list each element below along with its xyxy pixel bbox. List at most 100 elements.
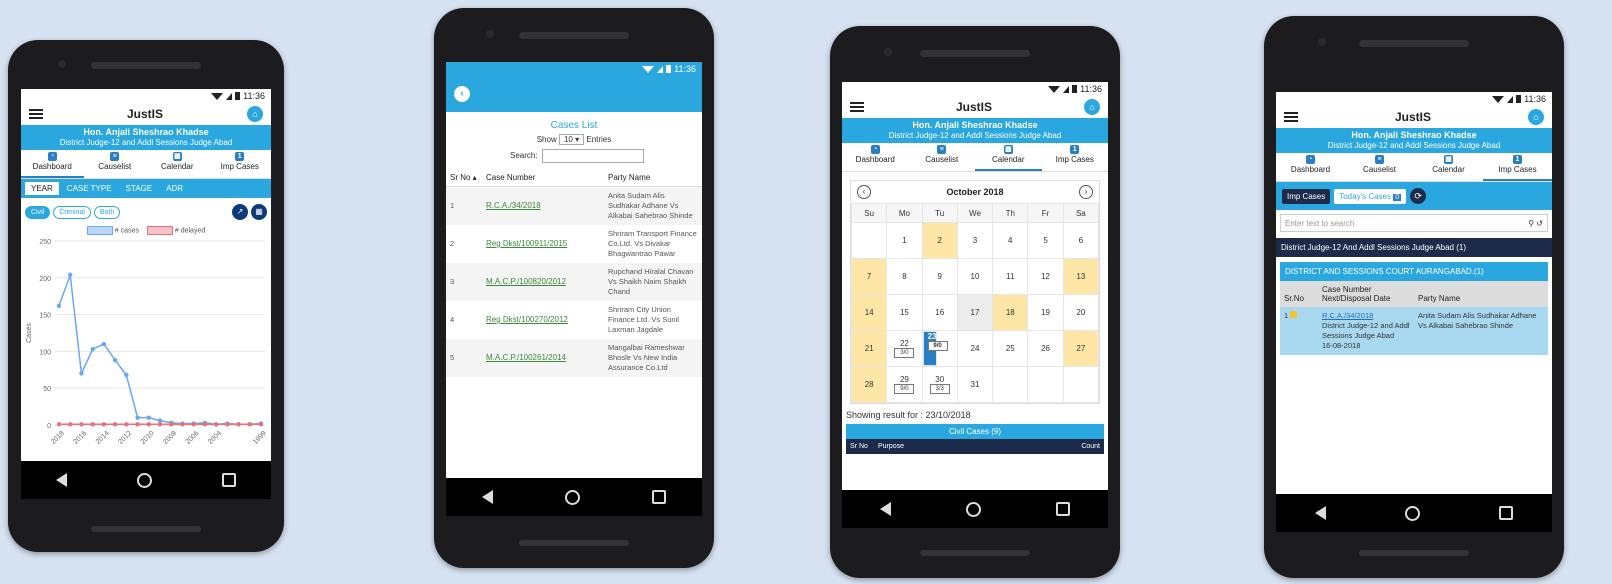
x-tick-label: 2004 — [207, 430, 223, 446]
civil-cases-bar[interactable]: Civil Cases (9) — [846, 424, 1104, 439]
filter-criminal[interactable]: Criminal — [53, 205, 91, 219]
next-month-icon[interactable]: › — [1079, 185, 1093, 199]
calendar-day[interactable]: 29 9/0 — [886, 366, 923, 403]
home-icon[interactable] — [137, 472, 152, 488]
tab-imp-cases[interactable]: 1 Imp Cases — [1042, 143, 1109, 171]
calendar-day[interactable]: 27 — [1062, 330, 1100, 367]
calendar-day[interactable]: 20 — [1062, 294, 1100, 331]
court-icon[interactable]: ⌂ — [1083, 99, 1100, 115]
calendar-day[interactable]: 26 — [1027, 330, 1064, 367]
subtab-year[interactable]: YEAR — [25, 182, 59, 195]
calendar-day[interactable]: 6 — [1062, 222, 1100, 259]
home-icon[interactable] — [565, 489, 580, 505]
back-icon[interactable] — [879, 502, 891, 516]
calendar-day[interactable]: 5 — [1027, 222, 1064, 259]
calendar-day[interactable]: 7 — [850, 258, 888, 295]
calendar-day[interactable]: 25 — [992, 330, 1029, 367]
tab-causelist[interactable]: ≡ Causelist — [909, 143, 976, 171]
case-link[interactable]: M.A.C.P./100820/2012 — [482, 263, 604, 301]
tab-calendar[interactable]: ▦ Calendar — [1414, 153, 1483, 181]
case-link[interactable]: M.A.C.P./100261/2014 — [482, 339, 604, 377]
calendar-day[interactable]: 22 3/0 — [886, 330, 923, 367]
calendar-day[interactable]: 9 — [921, 258, 958, 295]
court-bar[interactable]: DISTRICT AND SESSIONS COURT AURANGABAD.(… — [1280, 262, 1548, 281]
menu-icon[interactable] — [29, 109, 43, 119]
filter-civil[interactable]: Civil — [25, 205, 51, 219]
calendar-day[interactable]: 24 — [956, 330, 994, 367]
home-icon[interactable] — [965, 501, 981, 517]
tab-imp-cases[interactable]: 1 Imp Cases — [209, 150, 272, 178]
back-icon[interactable] — [1315, 506, 1327, 520]
filter-both[interactable]: Both — [93, 205, 121, 219]
calendar-day[interactable]: 12 — [1027, 258, 1064, 295]
col-sr-no[interactable]: Sr No ▴ — [446, 169, 482, 187]
tab-imp-cases[interactable]: 1 Imp Cases — [1483, 153, 1552, 181]
calendar-day[interactable]: 3 — [956, 222, 994, 259]
menu-icon[interactable] — [850, 102, 864, 112]
tab-causelist[interactable]: ≡ Causelist — [1345, 153, 1414, 181]
search-input[interactable]: Enter text to search ⚲ ↺ — [1280, 214, 1548, 232]
status-time: 11:36 — [243, 91, 265, 101]
calendar-day[interactable]: 11 — [992, 258, 1029, 295]
imp-cases-button[interactable]: Imp Cases — [1282, 188, 1331, 204]
recents-icon[interactable] — [1498, 506, 1513, 520]
calendar-day[interactable]: 21 — [850, 330, 888, 367]
calendar-day[interactable]: 2 — [921, 222, 958, 259]
calendar-day[interactable]: 4 — [992, 222, 1029, 259]
showing-result: Showing result for : 23/10/2018 — [846, 410, 971, 420]
calendar-day[interactable]: 13 — [1062, 258, 1100, 295]
case-link[interactable]: Reg Dkst/100270/2012 — [482, 301, 604, 339]
court-icon[interactable]: ⌂ — [1527, 109, 1544, 125]
tab-dashboard[interactable]: ◔ Dashboard — [21, 150, 84, 178]
case-link[interactable]: R.C.A./34/2018 — [1322, 311, 1373, 320]
court-icon[interactable]: ⌂ — [246, 106, 263, 122]
case-link[interactable]: R.C.A./34/2018 — [482, 186, 604, 225]
recents-icon[interactable] — [222, 473, 236, 487]
calendar-day[interactable]: 31 — [956, 366, 994, 403]
tab-calendar[interactable]: ▦ Calendar — [975, 143, 1042, 171]
calendar-day[interactable]: 18 — [992, 294, 1029, 331]
line-chart-icon[interactable]: ↗ — [232, 204, 248, 220]
calendar-day[interactable]: 14 — [850, 294, 888, 331]
civil-cases-panel: Civil Cases (9) Sr No Purpose Count — [846, 424, 1104, 454]
status-time: 11:36 — [1524, 94, 1546, 104]
camera — [1318, 38, 1326, 46]
calendar-day[interactable]: 1 — [886, 222, 923, 259]
calendar-day[interactable]: 15 — [886, 294, 923, 331]
todays-cases-button[interactable]: Today's Cases 0 — [1334, 188, 1407, 204]
menu-icon[interactable] — [1284, 112, 1298, 122]
back-arrow-icon[interactable]: ‹ — [454, 86, 470, 102]
back-icon[interactable] — [56, 473, 67, 487]
tab-calendar[interactable]: ▦ Calendar — [146, 150, 209, 178]
subtab-case-type[interactable]: CASE TYPE — [61, 182, 118, 195]
tab-dashboard[interactable]: ◔ Dashboard — [842, 143, 909, 171]
grid-icon[interactable]: ▦ — [251, 204, 267, 220]
back-icon[interactable] — [482, 490, 493, 504]
tab-causelist[interactable]: ≡ Causelist — [84, 150, 147, 178]
subtab-stage[interactable]: STAGE — [120, 182, 159, 195]
judge-group-bar[interactable]: District Judge-12 And Addl Sessions Judg… — [1276, 238, 1552, 257]
recents-icon[interactable] — [1056, 502, 1071, 516]
col-party-name[interactable]: Party Name — [604, 169, 702, 187]
col-case-number[interactable]: Case Number — [482, 169, 604, 187]
calendar-day[interactable]: 30 3/3 — [921, 366, 958, 403]
case-link[interactable]: Reg Dkst/100911/2015 — [482, 225, 604, 263]
calendar-day[interactable]: 10 — [956, 258, 994, 295]
calendar-day[interactable]: 16 — [921, 294, 958, 331]
tab-dashboard[interactable]: ◔ Dashboard — [1276, 153, 1345, 181]
calendar-day[interactable]: 23 9/0 — [922, 331, 948, 366]
calendar-day[interactable]: 19 — [1027, 294, 1064, 331]
entries-select[interactable]: 10 ▾ — [558, 134, 585, 145]
refresh-icon[interactable]: ⟳ — [1410, 188, 1427, 204]
star-icon[interactable] — [1290, 311, 1298, 318]
subtab-adr[interactable]: ADR — [160, 182, 189, 195]
calendar-day[interactable]: 28 — [850, 366, 888, 403]
calendar-day[interactable]: 8 — [886, 258, 923, 295]
prev-month-icon[interactable]: ‹ — [857, 185, 871, 199]
search-input[interactable] — [541, 149, 644, 163]
sr-value: 1 — [1284, 311, 1289, 320]
recents-icon[interactable] — [652, 490, 666, 504]
home-icon[interactable] — [1404, 505, 1420, 521]
calendar-day[interactable]: 17 — [956, 294, 994, 331]
search-icon[interactable]: ⚲ ↺ — [1528, 219, 1543, 228]
